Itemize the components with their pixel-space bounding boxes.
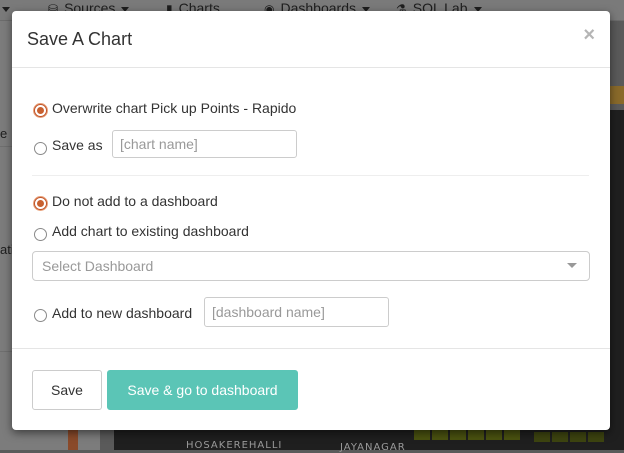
map-cell (588, 432, 604, 442)
chevron-down-icon (567, 263, 577, 268)
modal-footer-divider (12, 348, 610, 349)
map-cell (414, 430, 430, 440)
modal-header: Save A Chart × (12, 11, 610, 68)
dashboard-name-input[interactable] (204, 297, 389, 327)
save-button[interactable]: Save (32, 370, 102, 410)
save-as-radio[interactable] (34, 142, 47, 155)
map-cell (486, 430, 502, 440)
existing-dashboard-label: Add chart to existing dashboard (52, 223, 249, 239)
existing-dashboard-radio[interactable] (34, 228, 47, 241)
map-cell (504, 430, 520, 440)
left-fragment: e (0, 126, 8, 141)
no-dashboard-label: Do not add to a dashboard (52, 193, 218, 209)
overwrite-radio[interactable] (34, 104, 47, 117)
modal-title: Save A Chart (27, 29, 133, 49)
nav-item-fragment (0, 0, 10, 16)
no-dashboard-radio[interactable] (34, 197, 47, 210)
map-label: JAYANAGAR (340, 442, 406, 453)
map-cell (534, 432, 550, 442)
background-badge (608, 86, 624, 104)
new-dashboard-radio[interactable] (34, 309, 47, 322)
map-cell (450, 430, 466, 440)
chart-name-input[interactable] (112, 130, 297, 158)
close-icon[interactable]: × (583, 25, 595, 45)
save-as-label: Save as (52, 137, 103, 153)
map-cell (468, 430, 484, 440)
chevron-down-icon (2, 6, 10, 12)
map-cell (552, 432, 568, 442)
map-cell (432, 430, 448, 440)
section-divider (32, 175, 589, 176)
map-cell (570, 432, 586, 442)
save-chart-modal: Save A Chart × Overwrite chart Pick up P… (12, 11, 610, 430)
overwrite-label: Overwrite chart Pick up Points - Rapido (52, 100, 297, 116)
dashboard-select[interactable]: Select Dashboard (32, 251, 590, 281)
map-label: HOSAKEREHALLI (186, 440, 283, 451)
new-dashboard-label: Add to new dashboard (52, 305, 193, 321)
save-and-go-button[interactable]: Save & go to dashboard (107, 370, 298, 410)
select-placeholder: Select Dashboard (42, 258, 154, 274)
